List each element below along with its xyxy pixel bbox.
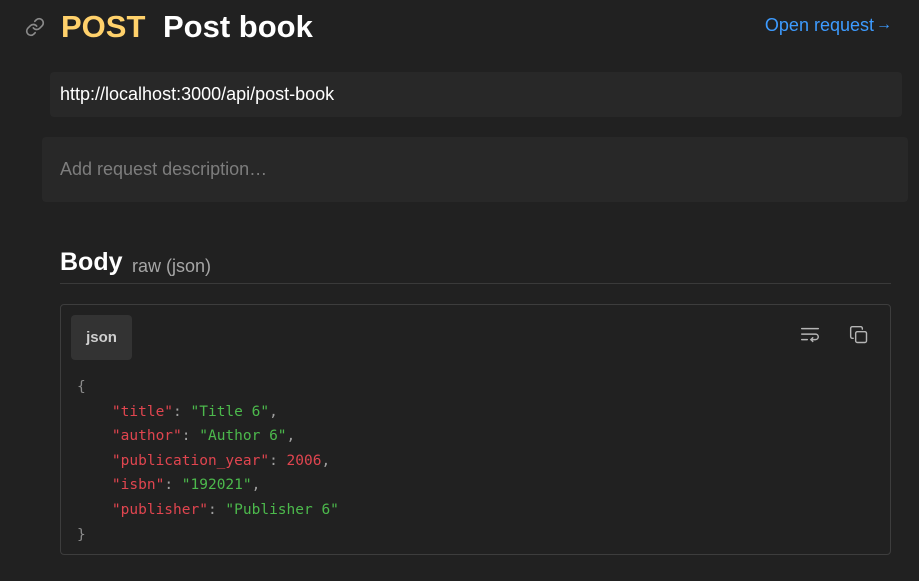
- json-code: { "title": "Title 6", "author": "Author …: [77, 379, 339, 543]
- json-key: "publication_year": [111, 452, 270, 469]
- json-key: "author": [111, 428, 182, 445]
- request-method: POST: [61, 9, 146, 44]
- request-url[interactable]: http://localhost:3000/api/post-book: [50, 72, 902, 117]
- json-value: "Author 6": [199, 428, 287, 445]
- json-value: "Publisher 6": [225, 501, 339, 518]
- text-wrap-icon[interactable]: [798, 323, 822, 347]
- arrow-right-icon: →: [876, 16, 892, 33]
- request-name: Post book: [163, 9, 313, 44]
- description-field[interactable]: Add request description…: [42, 137, 908, 202]
- language-tag: json: [71, 315, 132, 360]
- json-key: "isbn": [111, 477, 165, 494]
- json-value: "192021": [181, 477, 252, 494]
- json-value: 2006: [286, 452, 322, 469]
- request-doc-page: POST Post book Open request → http://loc…: [0, 0, 919, 581]
- link-icon[interactable]: [24, 16, 46, 38]
- json-close-brace: }: [77, 526, 86, 543]
- open-request-link[interactable]: Open request →: [765, 13, 892, 37]
- body-mode-label: raw (json): [132, 256, 212, 276]
- json-value: "Title 6": [190, 403, 270, 420]
- copy-icon[interactable]: [847, 323, 871, 347]
- body-section-title: Body: [60, 248, 123, 276]
- code-block: json { "title": "Title 6", "author": "Au…: [60, 304, 891, 555]
- divider: [60, 283, 891, 284]
- open-request-label: Open request: [764, 15, 874, 35]
- json-open-brace: {: [77, 379, 86, 395]
- json-key: "title": [111, 403, 174, 420]
- json-key: "publisher": [111, 501, 208, 518]
